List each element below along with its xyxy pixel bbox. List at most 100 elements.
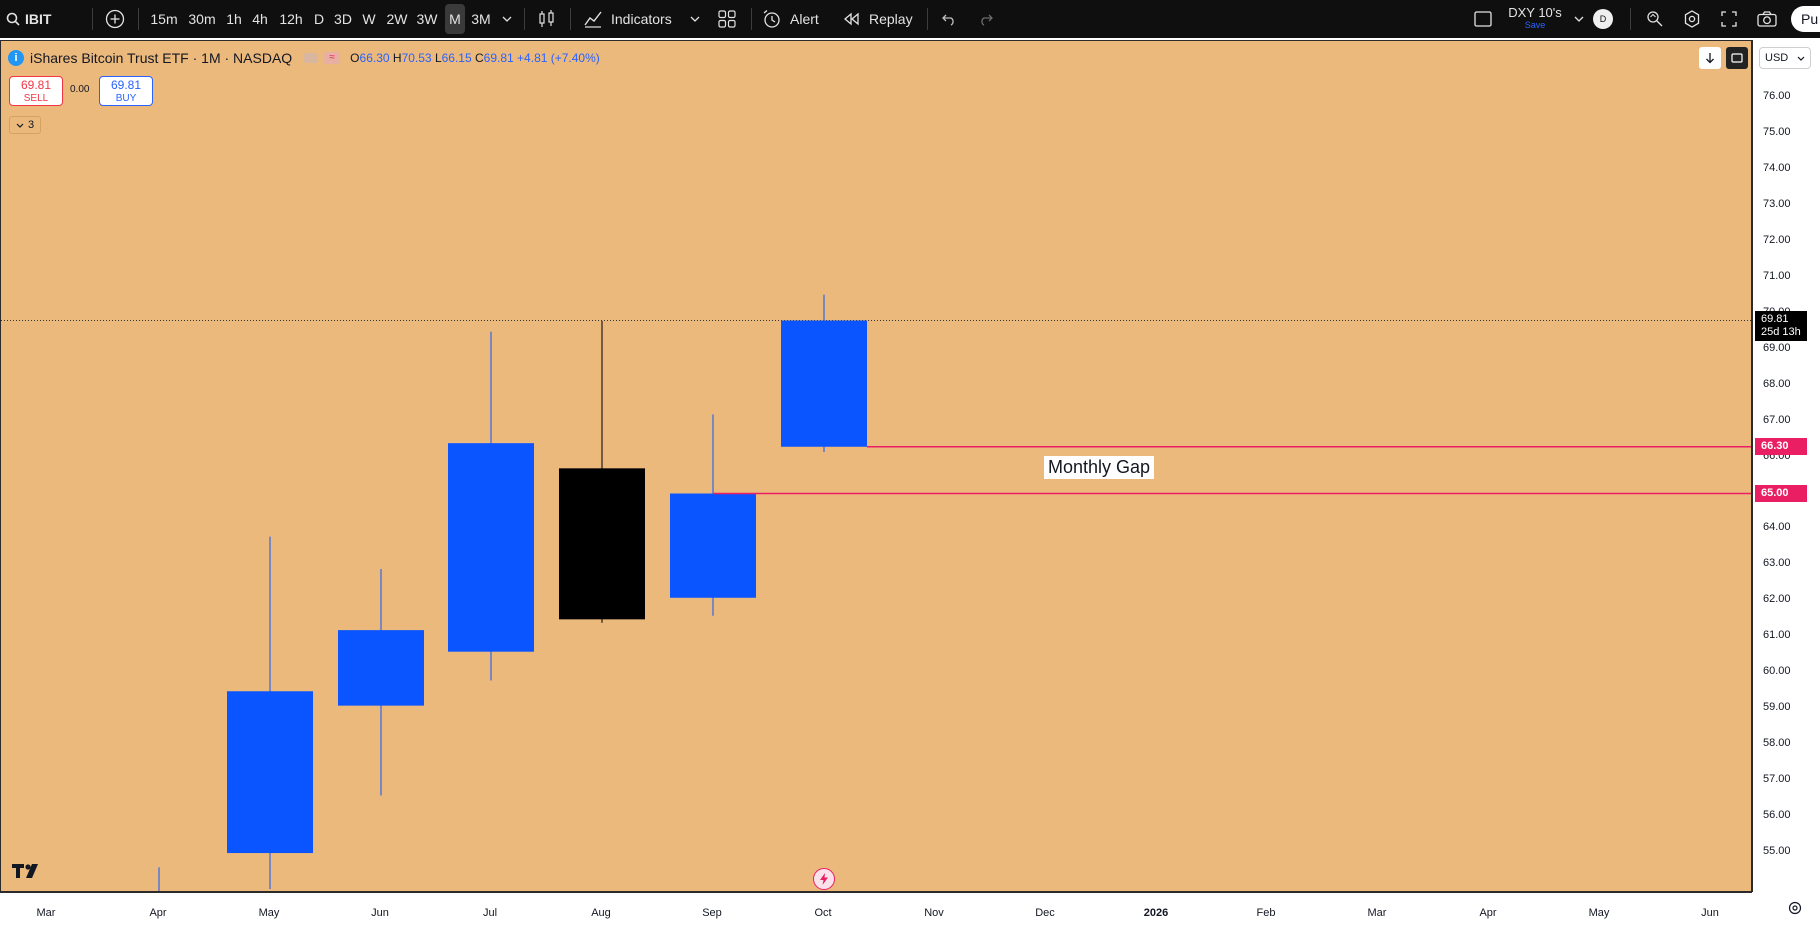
price-tick-label: 76.00: [1763, 90, 1791, 102]
candle-body-jul: [448, 443, 534, 652]
layout-name: DXY 10's: [1508, 5, 1562, 20]
avatar[interactable]: D: [1593, 9, 1613, 29]
replay-label: Replay: [869, 11, 913, 27]
arrow-down-icon: [1706, 53, 1714, 64]
status-dot-icon: [304, 53, 319, 63]
chevron-down-icon: [1797, 56, 1805, 61]
quick-search-icon: [1647, 11, 1663, 27]
info-icon[interactable]: i: [8, 50, 24, 66]
interval-3w[interactable]: 3W: [414, 0, 440, 38]
symbol-title[interactable]: iShares Bitcoin Trust ETF · 1M · NASDAQ: [30, 50, 292, 66]
lower-gap-badge: 65.00: [1755, 484, 1807, 502]
chevron-down-icon: [502, 16, 512, 22]
candlestick-chart[interactable]: [1, 41, 1752, 892]
close-value: 69.81: [483, 51, 514, 65]
chart-settings-button[interactable]: [1783, 896, 1807, 920]
interval-2w[interactable]: 2W: [384, 0, 410, 38]
interval-30m[interactable]: 30m: [185, 0, 219, 38]
time-tick-label: Mar: [1367, 907, 1387, 919]
symbol-search[interactable]: IBIT: [6, 0, 64, 38]
buy-label: BUY: [115, 93, 137, 104]
interval-m[interactable]: M: [445, 4, 465, 34]
maximize-icon: [1731, 53, 1743, 63]
compare-button[interactable]: [102, 0, 128, 38]
interval-12h[interactable]: 12h: [276, 0, 306, 38]
settings-button[interactable]: [1680, 0, 1704, 38]
chevron-down-icon: [690, 16, 700, 22]
scroll-to-latest-button[interactable]: [1699, 47, 1721, 69]
time-tick-label: Sep: [702, 907, 722, 919]
time-tick-label: Aug: [591, 907, 611, 919]
buy-price: 69.81: [110, 78, 142, 92]
tradingview-logo-icon: [12, 864, 38, 878]
open-value: 66.30: [359, 51, 390, 65]
price-tick-label: 58.00: [1763, 737, 1791, 750]
fullscreen-icon: [1721, 11, 1737, 27]
lightning-icon[interactable]: [813, 868, 835, 890]
alert-button[interactable]: Alert: [762, 0, 828, 38]
currency-label: USD: [1765, 52, 1789, 64]
collapse-indicators-button[interactable]: 3: [9, 116, 41, 134]
change-value: +4.81 (+7.40%): [517, 51, 600, 65]
interval-3d[interactable]: 3D: [332, 0, 354, 38]
undo-icon: [942, 14, 954, 26]
bar-countdown: 25d 13h: [1761, 325, 1801, 338]
gear-icon: [1684, 10, 1700, 28]
candle-body-may: [227, 691, 313, 854]
interval-15m[interactable]: 15m: [147, 0, 181, 38]
interval-d[interactable]: D: [310, 0, 328, 38]
layout-name-button[interactable]: DXY 10's Save: [1503, 0, 1567, 38]
candle-body-sep: [670, 493, 756, 598]
redo-icon: [981, 14, 993, 26]
chart-type-button[interactable]: [535, 0, 559, 38]
price-tick-label: 74.00: [1763, 161, 1791, 174]
close-label: C: [475, 51, 484, 65]
redo-button[interactable]: [974, 0, 998, 38]
templates-button[interactable]: [715, 0, 739, 38]
time-tick-label: Jul: [482, 907, 498, 919]
maximize-pane-button[interactable]: [1726, 47, 1748, 69]
chart-legend: i iShares Bitcoin Trust ETF · 1M · NASDA…: [8, 50, 600, 66]
time-tick-label: Feb: [1256, 907, 1276, 919]
fullscreen-button[interactable]: [1717, 0, 1741, 38]
currency-select[interactable]: USD: [1759, 47, 1811, 69]
tradingview-logo[interactable]: [12, 862, 44, 885]
price-tick-label: 75.00: [1763, 125, 1791, 138]
search-icon: [6, 12, 20, 26]
undo-button[interactable]: [937, 0, 961, 38]
price-tick-label: 62.00: [1763, 593, 1791, 606]
interval-1h[interactable]: 1h: [223, 0, 245, 38]
price-tick-label: 63.00: [1763, 557, 1791, 570]
grid-icon: [718, 10, 736, 28]
square-icon: [1474, 11, 1492, 27]
interval-dropdown[interactable]: [497, 0, 517, 38]
sell-button[interactable]: 69.81 SELL: [9, 76, 63, 106]
publish-button[interactable]: Pu: [1791, 6, 1820, 32]
bolt-glyph-icon: [820, 873, 828, 885]
chart-pane[interactable]: [0, 40, 1752, 892]
interval-4h[interactable]: 4h: [249, 0, 271, 38]
plus-circle-icon: [105, 9, 125, 29]
time-tick-label: Dec: [1035, 907, 1055, 919]
replay-button[interactable]: Replay: [843, 0, 915, 38]
price-tick-label: 69.00: [1763, 341, 1791, 354]
price-tick-label: 55.00: [1763, 845, 1791, 858]
indicators-button[interactable]: Indicators: [583, 0, 679, 38]
interval-w[interactable]: W: [358, 0, 380, 38]
price-scale[interactable]: USD 55.00 56.00 57.00 58.00 59.00 60.00 61.00 6…: [1752, 40, 1820, 892]
market-status-icon[interactable]: ≈: [324, 52, 341, 64]
monthly-gap-annotation[interactable]: Monthly Gap: [1044, 456, 1155, 480]
quick-search-button[interactable]: [1643, 0, 1667, 38]
layout-toggle[interactable]: [1472, 0, 1494, 38]
interval-3m[interactable]: 3M: [469, 0, 493, 38]
snapshot-button[interactable]: [1754, 0, 1780, 38]
low-label: L: [434, 51, 442, 65]
price-tick-label: 67.00: [1763, 413, 1791, 426]
time-tick-label: Mar: [36, 907, 56, 919]
indicators-dropdown[interactable]: [687, 0, 703, 38]
price-tick-label: 56.00: [1763, 809, 1791, 822]
buy-button[interactable]: 69.81 BUY: [99, 76, 153, 106]
layout-dropdown[interactable]: [1571, 0, 1587, 38]
indicators-icon: [584, 11, 602, 28]
alert-label: Alert: [790, 11, 819, 27]
